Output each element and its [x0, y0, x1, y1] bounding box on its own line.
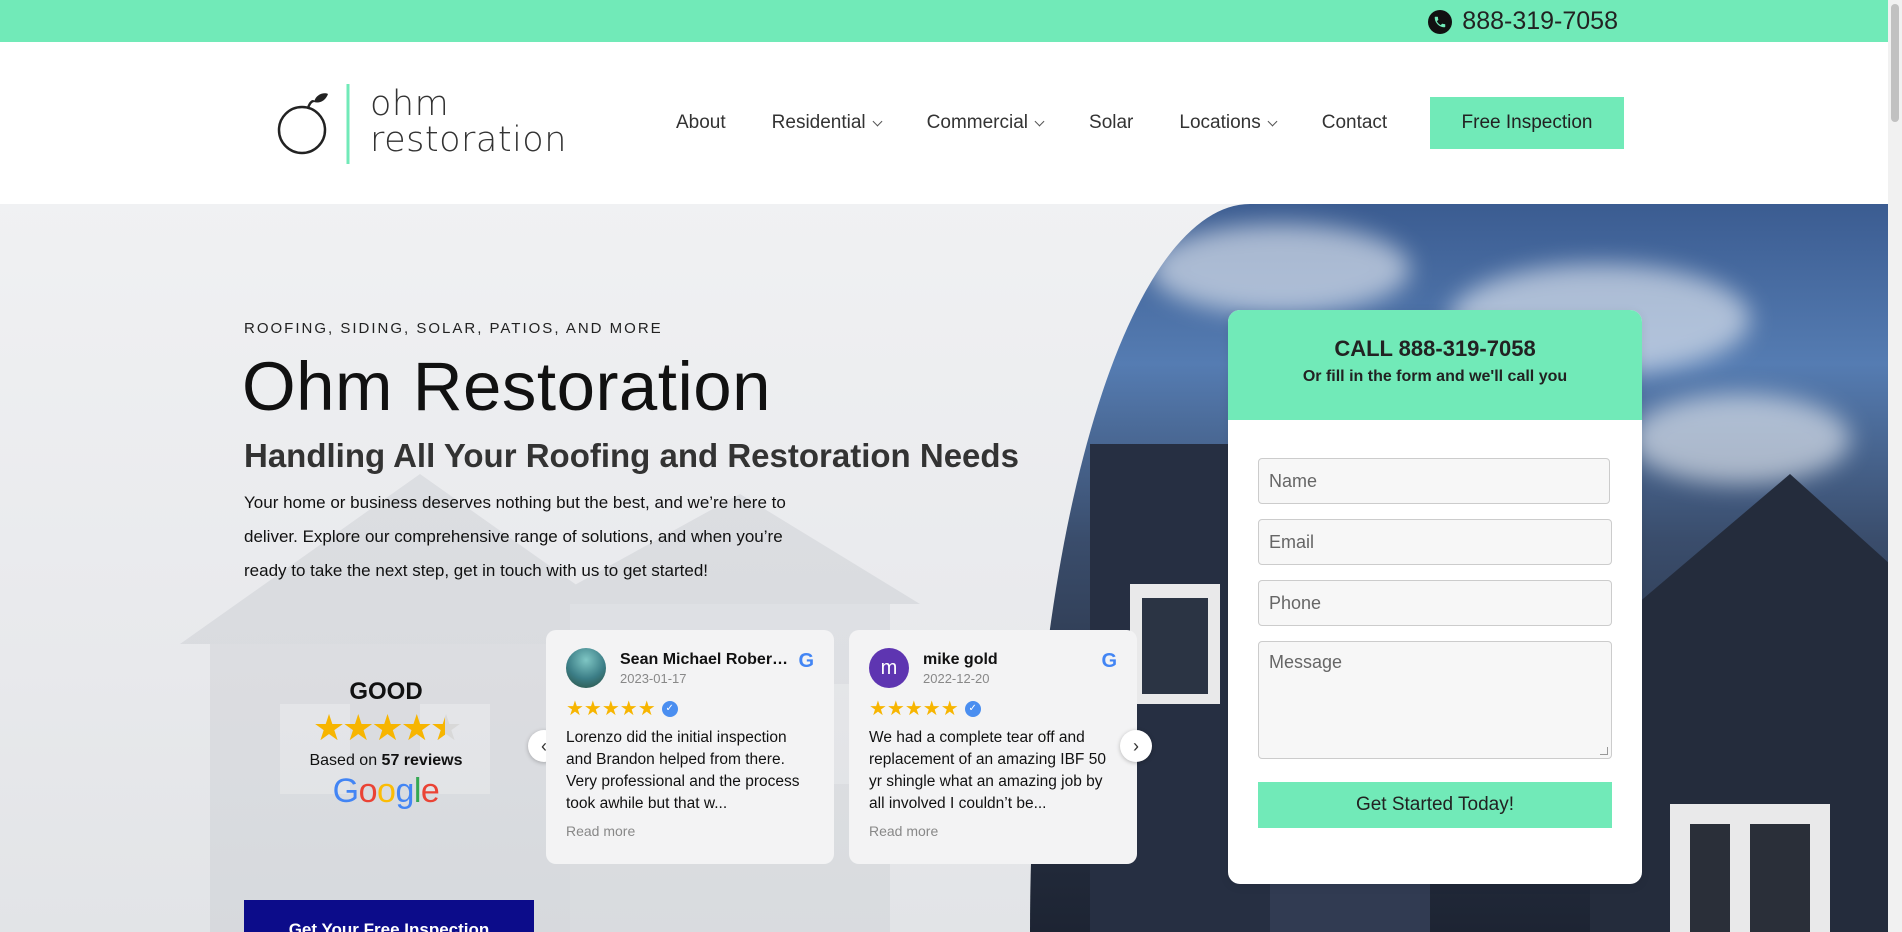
reviewer-name: Sean Michael Robert... — [620, 650, 790, 668]
reviewer-info: mike gold 2022-12-20 — [923, 651, 1093, 686]
review-header: Sean Michael Robert... 2023-01-17 — [566, 648, 814, 688]
chevron-down-icon — [1034, 116, 1045, 126]
verified-badge-icon: ✓ — [964, 700, 981, 717]
contact-form: CALL 888-319-7058 Or fill in the form an… — [1228, 310, 1642, 884]
read-more-link[interactable]: Read more — [869, 823, 1117, 839]
nav-contact-label: Contact — [1321, 112, 1388, 133]
review-stars: ★★★★★ ✓ — [566, 696, 814, 721]
phone-icon — [1428, 9, 1453, 34]
read-more-link[interactable]: Read more — [566, 823, 814, 839]
top-bar: 888-319-7058 — [0, 0, 1888, 42]
top-phone-number: 888-319-7058 — [1462, 7, 1618, 35]
reviewer-info: Sean Michael Robert... 2023-01-17 — [620, 651, 790, 686]
nav-solar[interactable]: Solar — [1089, 112, 1133, 134]
nav-locations[interactable]: Locations — [1179, 112, 1278, 134]
scrollbar-thumb[interactable] — [1891, 4, 1899, 122]
review-stars-glyphs: ★★★★★ — [566, 698, 656, 720]
rating-stars: ★★★★★ ★★★★★ — [296, 708, 476, 748]
resize-handle-icon[interactable] — [1600, 747, 1608, 755]
top-phone-link[interactable]: 888-319-7058 — [1428, 7, 1618, 36]
review-date: 2022-12-20 — [923, 670, 990, 686]
hero-title: Ohm Restoration — [242, 348, 772, 425]
logo[interactable]: ohm restoration — [276, 80, 576, 166]
review-header: m mike gold 2022-12-20 — [869, 648, 1117, 688]
google-logo: Google — [332, 772, 440, 810]
chevron-down-icon — [872, 116, 883, 126]
form-subheading: Or fill in the form and we'll call you — [1302, 368, 1568, 385]
review-stars-glyphs: ★★★★★ — [869, 698, 959, 720]
hero-section: ROOFING, SIDING, SOLAR, PATIOS, AND MORE… — [0, 204, 1888, 932]
google-rating-widget[interactable]: GOOD ★★★★★ ★★★★★ Based on 57 reviews Goo… — [296, 678, 476, 811]
logo-word-ohm: ohm — [370, 84, 450, 124]
main-nav: About Residential Commercial Solar Locat… — [676, 97, 1433, 149]
name-field[interactable]: Name — [1258, 458, 1610, 504]
nav-about[interactable]: About — [676, 112, 726, 134]
review-text: We had a complete tear off and replaceme… — [869, 729, 1106, 812]
logo-text: ohm restoration — [370, 86, 567, 158]
get-started-button[interactable]: Get Started Today! — [1258, 782, 1612, 828]
nav-locations-label: Locations — [1179, 112, 1261, 133]
review-text: Lorenzo did the initial inspection and B… — [566, 729, 800, 812]
nav-residential[interactable]: Residential — [771, 112, 883, 134]
hero-subtitle: Handling All Your Roofing and Restoratio… — [244, 437, 1019, 474]
review-card[interactable]: Sean Michael Robert... 2023-01-17 G ★★★★… — [546, 630, 834, 864]
message-field[interactable]: Message — [1258, 641, 1612, 759]
site-header: ohm restoration About Residential Commer… — [0, 42, 1888, 204]
nav-commercial[interactable]: Commercial — [926, 112, 1045, 134]
nav-solar-label: Solar — [1089, 112, 1134, 133]
chevron-down-icon — [1267, 116, 1278, 126]
hero-description: Your home or business deserves nothing b… — [244, 493, 786, 580]
message-placeholder: Message — [1269, 652, 1343, 672]
review-stars: ★★★★★ ✓ — [869, 696, 1117, 721]
get-free-inspection-button[interactable]: Get Your Free Inspection — [244, 900, 534, 932]
google-icon: G — [1101, 650, 1117, 672]
rating-label: GOOD — [349, 678, 423, 705]
nav-residential-label: Residential — [771, 112, 866, 133]
form-call-heading[interactable]: CALL 888-319-7058 — [1228, 336, 1642, 362]
reviewer-name: mike gold — [923, 650, 998, 668]
logo-word-restoration: restoration — [370, 120, 567, 160]
google-icon: G — [798, 650, 814, 672]
email-field[interactable]: Email — [1258, 519, 1612, 565]
hero-kicker: ROOFING, SIDING, SOLAR, PATIOS, AND MORE — [244, 320, 663, 337]
verified-badge-icon: ✓ — [661, 700, 678, 717]
rating-based-prefix: Based on — [309, 752, 382, 769]
nav-commercial-label: Commercial — [926, 112, 1029, 133]
phone-field[interactable]: Phone — [1258, 580, 1612, 626]
logo-mark-icon — [277, 84, 350, 164]
reviewer-avatar: m — [869, 648, 909, 688]
rating-review-count: 57 reviews — [381, 752, 463, 769]
reviewer-avatar — [566, 648, 606, 688]
page-scrollbar[interactable] — [1888, 0, 1902, 932]
review-date: 2023-01-17 — [620, 670, 687, 686]
nav-about-label: About — [676, 112, 726, 133]
form-header: CALL 888-319-7058 Or fill in the form an… — [1228, 310, 1642, 420]
rating-based-on: Based on 57 reviews — [296, 752, 476, 770]
free-inspection-button[interactable]: Free Inspection — [1430, 97, 1624, 149]
nav-contact[interactable]: Contact — [1322, 112, 1387, 134]
review-card[interactable]: m mike gold 2022-12-20 G ★★★★★ ✓ We had a… — [849, 630, 1137, 864]
rating-stars-filled: ★★★★★ — [312, 708, 445, 748]
carousel-next-button[interactable]: › — [1120, 730, 1152, 762]
